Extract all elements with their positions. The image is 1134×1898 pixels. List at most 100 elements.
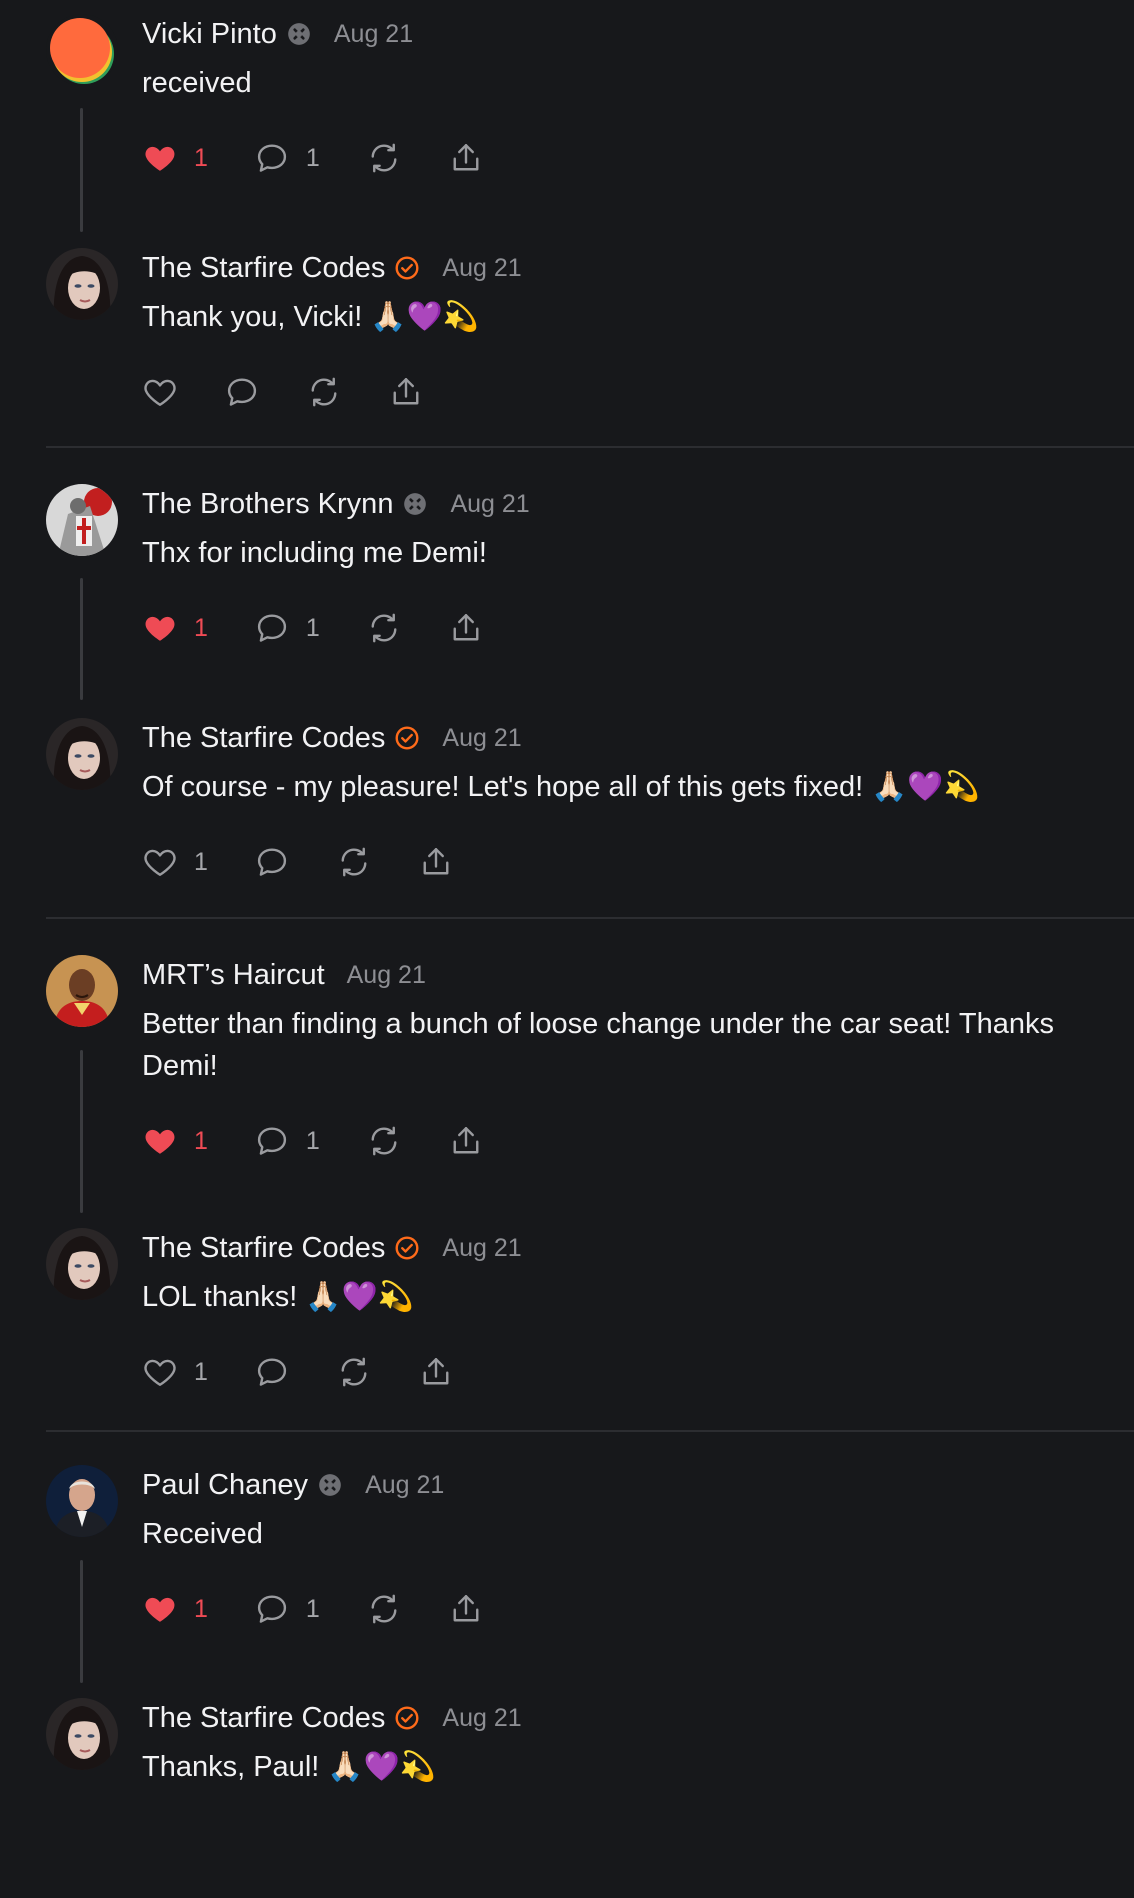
post-date: Aug 21	[365, 1470, 445, 1499]
like-button[interactable]: 1	[142, 140, 208, 176]
repost-icon	[366, 140, 402, 176]
post-header: Paul Chaney Aug 21	[142, 1465, 444, 1505]
reply-button[interactable]: 1	[254, 140, 320, 176]
repost-button[interactable]	[336, 844, 372, 880]
share-button[interactable]	[448, 1591, 484, 1627]
share-icon	[418, 844, 454, 880]
repost-button[interactable]	[336, 1354, 372, 1390]
avatar[interactable]	[46, 1228, 118, 1300]
like-button[interactable]: 1	[142, 1354, 208, 1390]
reply-post: The Starfire Codes Aug 21 LOL thanks! 🙏🏻💜💫…	[0, 1228, 1134, 1428]
repost-button[interactable]	[366, 1591, 402, 1627]
avatar[interactable]	[46, 1465, 118, 1537]
post-actions: 1	[142, 1352, 500, 1392]
verified-badge-icon	[394, 1235, 420, 1261]
reply-count: 1	[305, 1126, 320, 1155]
reply-button[interactable]: 1	[254, 1123, 320, 1159]
heart-filled-icon	[142, 610, 178, 646]
repost-button[interactable]	[366, 610, 402, 646]
reply-button[interactable]	[224, 374, 260, 410]
repost-icon	[306, 374, 342, 410]
post-actions: 1	[142, 842, 500, 882]
avatar[interactable]	[46, 484, 118, 556]
post-text: received	[142, 67, 252, 99]
affiliate-badge-icon	[402, 491, 428, 517]
comment-icon	[254, 140, 290, 176]
like-button[interactable]: 1	[142, 844, 208, 880]
share-button[interactable]	[448, 1123, 484, 1159]
like-count: 1	[194, 143, 208, 172]
post-actions: 11	[142, 138, 530, 178]
post-text: Thanks, Paul! 🙏🏻💜💫	[142, 1751, 436, 1783]
post-header: The Brothers Krynn Aug 21	[142, 484, 530, 524]
reply-button[interactable]: 1	[254, 610, 320, 646]
author-name[interactable]: The Brothers Krynn	[142, 488, 393, 521]
author-name[interactable]: Vicki Pinto	[142, 18, 277, 51]
share-button[interactable]	[388, 374, 424, 410]
like-button[interactable]: 1	[142, 1123, 208, 1159]
avatar[interactable]	[46, 1698, 118, 1770]
share-icon	[448, 140, 484, 176]
post-actions: 11	[142, 1589, 530, 1629]
post-actions	[142, 372, 470, 412]
author-name[interactable]: Paul Chaney	[142, 1469, 308, 1502]
avatar[interactable]	[46, 955, 118, 1027]
like-button[interactable]: 1	[142, 1591, 208, 1627]
reply-count: 1	[305, 143, 320, 172]
share-button[interactable]	[418, 844, 454, 880]
thread-divider	[46, 1430, 1134, 1432]
post-actions: 11	[142, 1121, 530, 1161]
repost-button[interactable]	[306, 374, 342, 410]
share-button[interactable]	[448, 610, 484, 646]
post-date: Aug 21	[442, 253, 522, 282]
author-name[interactable]: The Starfire Codes	[142, 1232, 385, 1265]
like-button[interactable]: 1	[142, 610, 208, 646]
share-button[interactable]	[418, 1354, 454, 1390]
share-button[interactable]	[448, 140, 484, 176]
reply-button[interactable]	[254, 844, 290, 880]
post-text: Of course - my pleasure! Let's hope all …	[142, 771, 980, 803]
author-name[interactable]: The Starfire Codes	[142, 1702, 385, 1735]
post-header: The Starfire Codes Aug 21	[142, 1228, 522, 1268]
reply-button[interactable]	[254, 1354, 290, 1390]
repost-icon	[366, 1123, 402, 1159]
comment-icon	[254, 844, 290, 880]
reply-post: The Starfire Codes Aug 21 Of course - my p…	[0, 718, 1134, 918]
share-icon	[388, 374, 424, 410]
author-name[interactable]: The Starfire Codes	[142, 722, 385, 755]
comment-icon	[254, 610, 290, 646]
like-count: 1	[194, 613, 208, 642]
affiliate-badge-icon	[286, 21, 312, 47]
like-count: 1	[194, 1126, 208, 1155]
like-button[interactable]	[142, 374, 178, 410]
repost-button[interactable]	[366, 1123, 402, 1159]
avatar[interactable]	[46, 14, 118, 86]
share-icon	[448, 1591, 484, 1627]
verified-badge-icon	[394, 725, 420, 751]
comment-icon	[224, 374, 260, 410]
post-text: Received	[142, 1518, 263, 1550]
avatar[interactable]	[46, 248, 118, 320]
reply-post: Vicki Pinto Aug 21 received 1 1	[0, 14, 1134, 214]
heart-icon	[142, 1354, 178, 1390]
post-date: Aug 21	[346, 960, 426, 989]
heart-filled-icon	[142, 140, 178, 176]
post-text: Thx for including me Demi!	[142, 537, 487, 569]
reply-post: The Starfire Codes Aug 21 Thanks, Paul! 🙏🏻…	[0, 1698, 1134, 1898]
author-name[interactable]: The Starfire Codes	[142, 252, 385, 285]
post-header: The Starfire Codes Aug 21	[142, 1698, 522, 1738]
heart-icon	[142, 374, 178, 410]
avatar[interactable]	[46, 718, 118, 790]
reply-button[interactable]: 1	[254, 1591, 320, 1627]
verified-badge-icon	[394, 255, 420, 281]
post-actions: 11	[142, 608, 530, 648]
heart-filled-icon	[142, 1591, 178, 1627]
affiliate-badge-icon	[317, 1472, 343, 1498]
author-name[interactable]: MRT’s Haircut	[142, 959, 325, 992]
post-date: Aug 21	[442, 1703, 522, 1732]
repost-button[interactable]	[366, 140, 402, 176]
repost-icon	[336, 1354, 372, 1390]
heart-filled-icon	[142, 1123, 178, 1159]
reply-count: 1	[305, 1594, 320, 1623]
post-header: MRT’s Haircut Aug 21	[142, 955, 426, 995]
